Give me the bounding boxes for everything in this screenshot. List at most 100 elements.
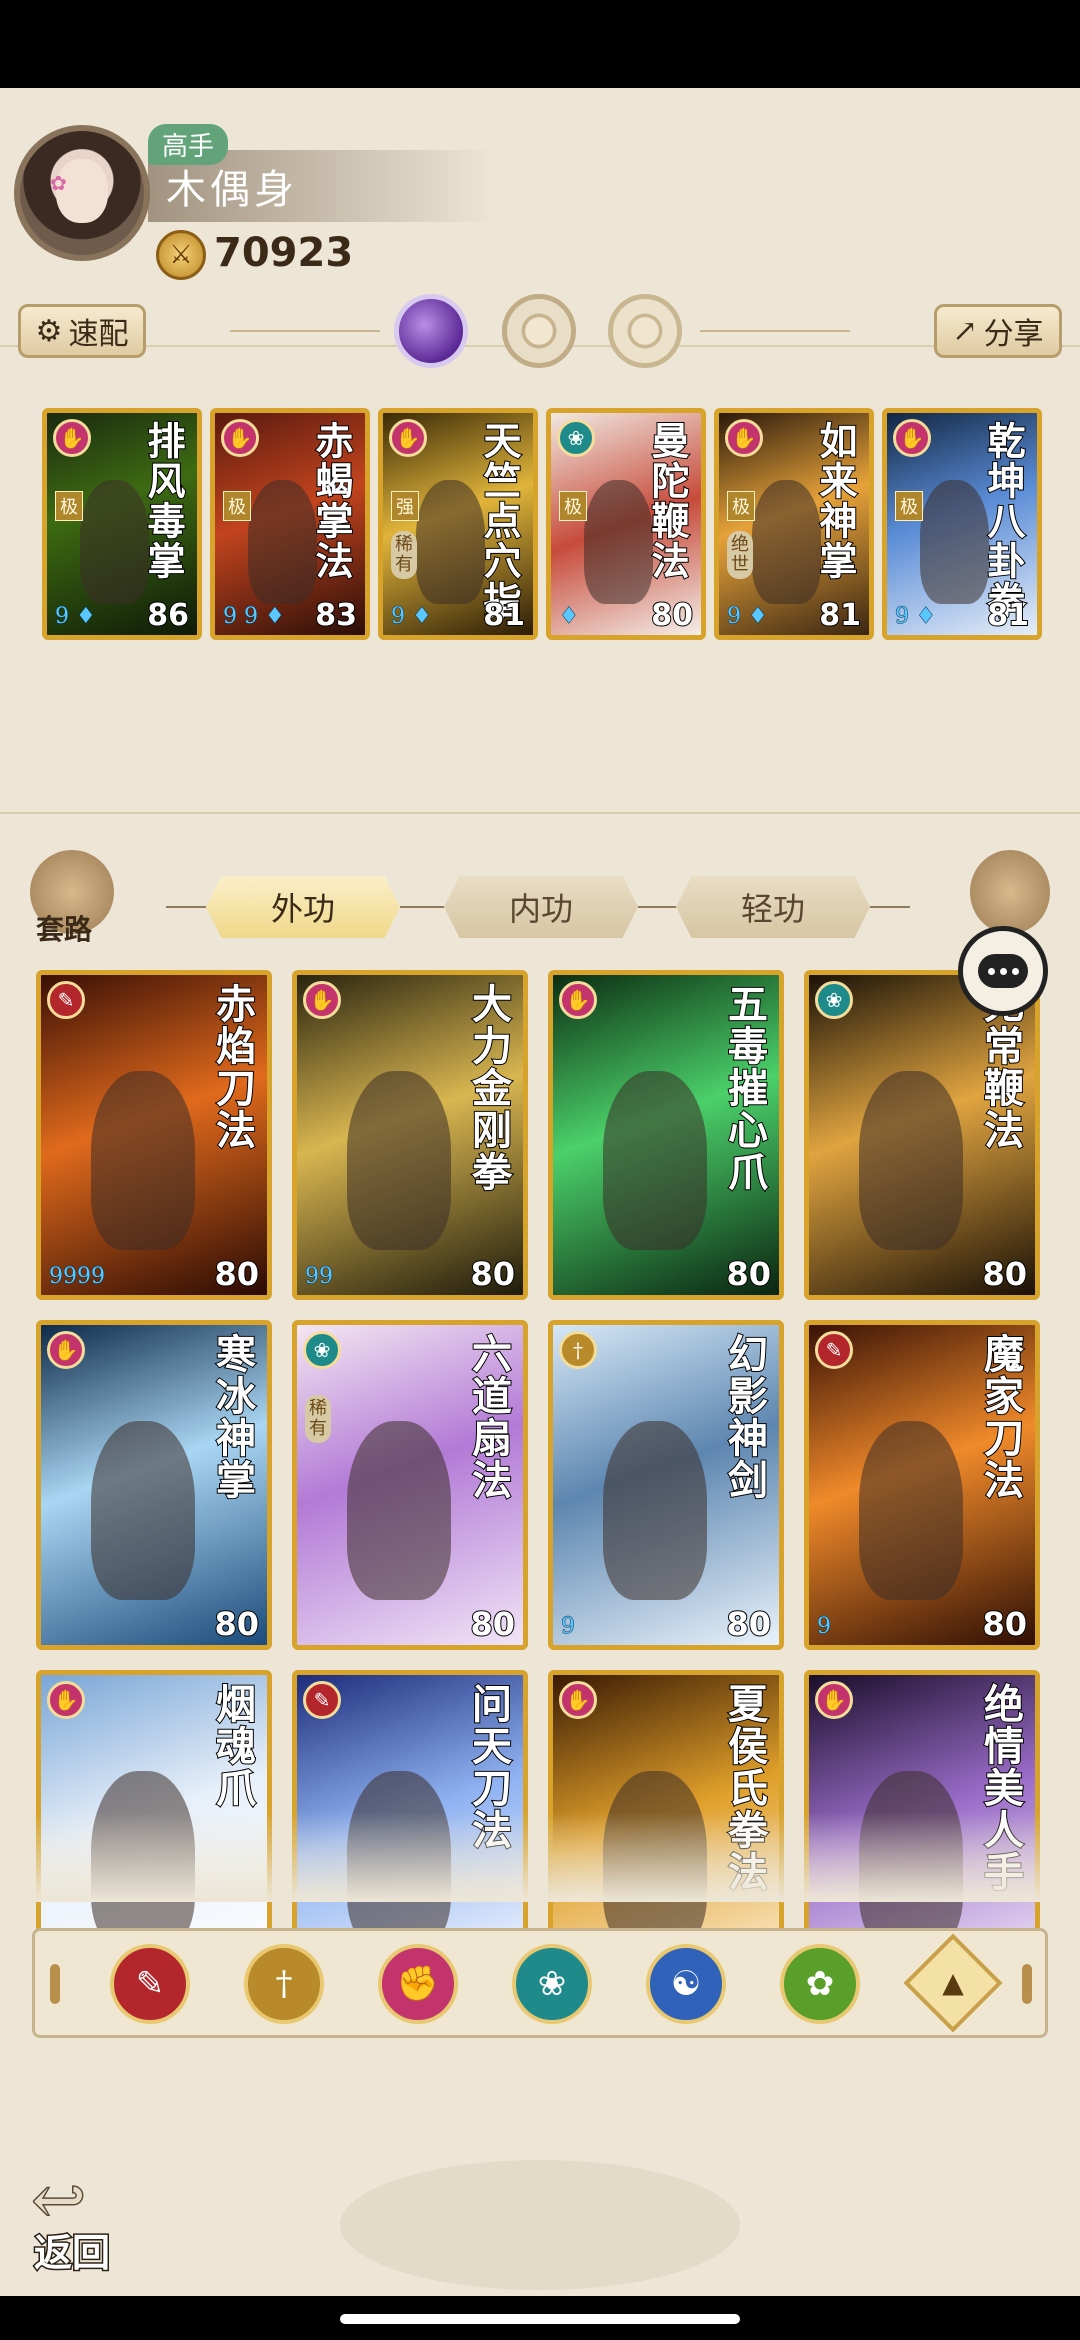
sword-type-icon: † bbox=[559, 1331, 597, 1369]
card-level: 80 bbox=[469, 1604, 516, 1644]
back-label: 返回 bbox=[32, 2229, 111, 2277]
character-figure bbox=[346, 1421, 451, 1601]
skills-card[interactable]: ✋ 五毒摧心爪 80 bbox=[548, 970, 784, 1300]
card-stats: 99 bbox=[305, 1264, 334, 1290]
filter-bar-knob-left bbox=[50, 1964, 60, 2004]
power-icon: ⚔ bbox=[156, 230, 206, 280]
ink-decoration bbox=[340, 2160, 740, 2290]
quick-match-button[interactable]: ⚙ 速配 bbox=[18, 304, 146, 358]
scroll-fade bbox=[0, 1812, 1080, 1902]
fan-type-icon: ❀ bbox=[815, 981, 853, 1019]
card-title: 排风毒掌 bbox=[140, 420, 187, 582]
fan-filter-icon[interactable]: ❀ bbox=[512, 1944, 592, 2024]
palm-filter-icon[interactable]: ✊ bbox=[378, 1944, 458, 2024]
palm-type-icon: ✋ bbox=[559, 1681, 597, 1719]
card-title: 魔家刀法 bbox=[976, 1332, 1025, 1502]
equipped-card[interactable]: ✋ 赤蝎掌法 极 9 9 ♦ 83 bbox=[210, 408, 370, 640]
tab-outer[interactable]: 外功 bbox=[206, 876, 400, 938]
card-title: 大力金刚拳 bbox=[464, 982, 513, 1194]
poison-filter-icon[interactable]: ✿ bbox=[780, 1944, 860, 2024]
palm-type-icon: ✋ bbox=[559, 981, 597, 1019]
home-indicator[interactable] bbox=[340, 2314, 740, 2324]
chat-button[interactable] bbox=[958, 926, 1048, 1016]
filter-bar-knob-right bbox=[1022, 1964, 1032, 2004]
palm-type-icon: ✋ bbox=[303, 981, 341, 1019]
card-title: 赤焰刀法 bbox=[208, 982, 257, 1152]
power-value: 70923 bbox=[214, 230, 354, 276]
palm-type-icon: ✋ bbox=[53, 419, 91, 457]
card-book-button[interactable] bbox=[970, 850, 1050, 934]
tab-line-left bbox=[166, 906, 206, 908]
player-name: 木偶身 bbox=[166, 167, 298, 213]
card-stats: 9 ♦ bbox=[391, 604, 433, 630]
skills-card[interactable]: ❀ 无常鞭法 80 bbox=[804, 970, 1040, 1300]
routine-label: 套路 bbox=[36, 913, 93, 946]
card-stats: 9999 bbox=[49, 1264, 106, 1290]
skills-card[interactable]: ✋ 大力金刚拳 99 80 bbox=[292, 970, 528, 1300]
tab-outer-label: 外功 bbox=[270, 890, 335, 928]
tab-inner[interactable]: 内功 bbox=[444, 876, 638, 938]
frame-line-bottom bbox=[0, 812, 1080, 814]
card-level: 80 bbox=[725, 1604, 772, 1644]
status-bar bbox=[0, 0, 1080, 88]
palm-type-icon: ✋ bbox=[221, 419, 259, 457]
deco-line-right bbox=[700, 330, 850, 332]
deco-line-left bbox=[230, 330, 380, 332]
loadout-slot-1-button[interactable] bbox=[394, 294, 468, 368]
rarity-tag: 稀有 bbox=[391, 531, 417, 579]
loadout-slot-3-button[interactable] bbox=[608, 294, 682, 368]
card-stats: 9 bbox=[561, 1614, 576, 1640]
sword-filter-icon[interactable]: † bbox=[244, 1944, 324, 2024]
card-level: 81 bbox=[482, 597, 526, 634]
equipped-card[interactable]: ❀ 曼陀鞭法 极 ♦ 80 bbox=[546, 408, 706, 640]
back-button[interactable]: ↩ 返回 bbox=[28, 2160, 138, 2277]
fan-type-icon: ❀ bbox=[303, 1331, 341, 1369]
fan-type-icon: ❀ bbox=[557, 419, 595, 457]
flower-icon: ✿ bbox=[50, 171, 67, 195]
skills-card[interactable]: ✋ 寒冰神掌 80 bbox=[36, 1320, 272, 1650]
palm-type-icon: ✋ bbox=[725, 419, 763, 457]
character-figure bbox=[602, 1421, 707, 1601]
card-stats: 9 ♦ bbox=[727, 604, 769, 630]
tab-line-mid2 bbox=[638, 906, 676, 908]
tab-line-right bbox=[870, 906, 910, 908]
character-figure bbox=[346, 1071, 451, 1251]
rarity-tag: 稀有 bbox=[305, 1395, 331, 1443]
equipped-card[interactable]: ✋ 乾坤八卦拳 极 9 ♦ 81 bbox=[882, 408, 1042, 640]
share-icon: ↗ bbox=[952, 313, 978, 349]
quality-tag: 极 bbox=[895, 491, 923, 521]
equipped-card[interactable]: ✋ 天竺点穴指 强稀有 9 ♦ 81 bbox=[378, 408, 538, 640]
card-level: 80 bbox=[213, 1604, 260, 1644]
card-title: 乾坤八卦拳 bbox=[980, 420, 1027, 622]
card-stats: ♦ bbox=[559, 604, 580, 630]
blade-filter-icon[interactable]: ✎ bbox=[110, 1944, 190, 2024]
card-level: 80 bbox=[650, 597, 694, 634]
taiji-filter-icon[interactable]: ☯ bbox=[646, 1944, 726, 2024]
card-title: 赤蝎掌法 bbox=[308, 420, 355, 582]
skills-card[interactable]: ✎ 魔家刀法 9 80 bbox=[804, 1320, 1040, 1650]
palm-type-icon: ✋ bbox=[47, 1331, 85, 1369]
tab-light[interactable]: 轻功 bbox=[676, 876, 870, 938]
chevron-up-icon: ▲ bbox=[942, 1966, 964, 1999]
quality-tag: 极 bbox=[727, 491, 755, 521]
equipped-card[interactable]: ✋ 排风毒掌 极 9 ♦ 86 bbox=[42, 408, 202, 640]
skills-card[interactable]: ❀ 六道扇法 稀有 80 bbox=[292, 1320, 528, 1650]
blade-type-icon: ✎ bbox=[303, 1681, 341, 1719]
share-button[interactable]: ↗ 分享 bbox=[934, 304, 1062, 358]
blade-type-icon: ✎ bbox=[815, 1331, 853, 1369]
card-title: 寒冰神掌 bbox=[208, 1332, 257, 1502]
gear-icon: ⚙ bbox=[35, 313, 63, 349]
card-title: 如来神掌 bbox=[812, 420, 859, 582]
loadout-slot-2-button[interactable] bbox=[502, 294, 576, 368]
equipped-card[interactable]: ✋ 如来神掌 极绝世 9 ♦ 81 bbox=[714, 408, 874, 640]
avatar[interactable]: ✿ bbox=[14, 125, 150, 261]
quick-match-label: 速配 bbox=[68, 317, 129, 352]
rarity-tag: 绝世 bbox=[727, 531, 753, 579]
skills-card[interactable]: † 幻影神剑 9 80 bbox=[548, 1320, 784, 1650]
card-level: 80 bbox=[213, 1254, 260, 1294]
skills-card[interactable]: ✎ 赤焰刀法 9999 80 bbox=[36, 970, 272, 1300]
character-figure bbox=[90, 1421, 195, 1601]
card-stats: 9 ♦ bbox=[55, 604, 97, 630]
quality-tag: 极 bbox=[559, 491, 587, 521]
tab-inner-label: 内功 bbox=[508, 890, 573, 928]
